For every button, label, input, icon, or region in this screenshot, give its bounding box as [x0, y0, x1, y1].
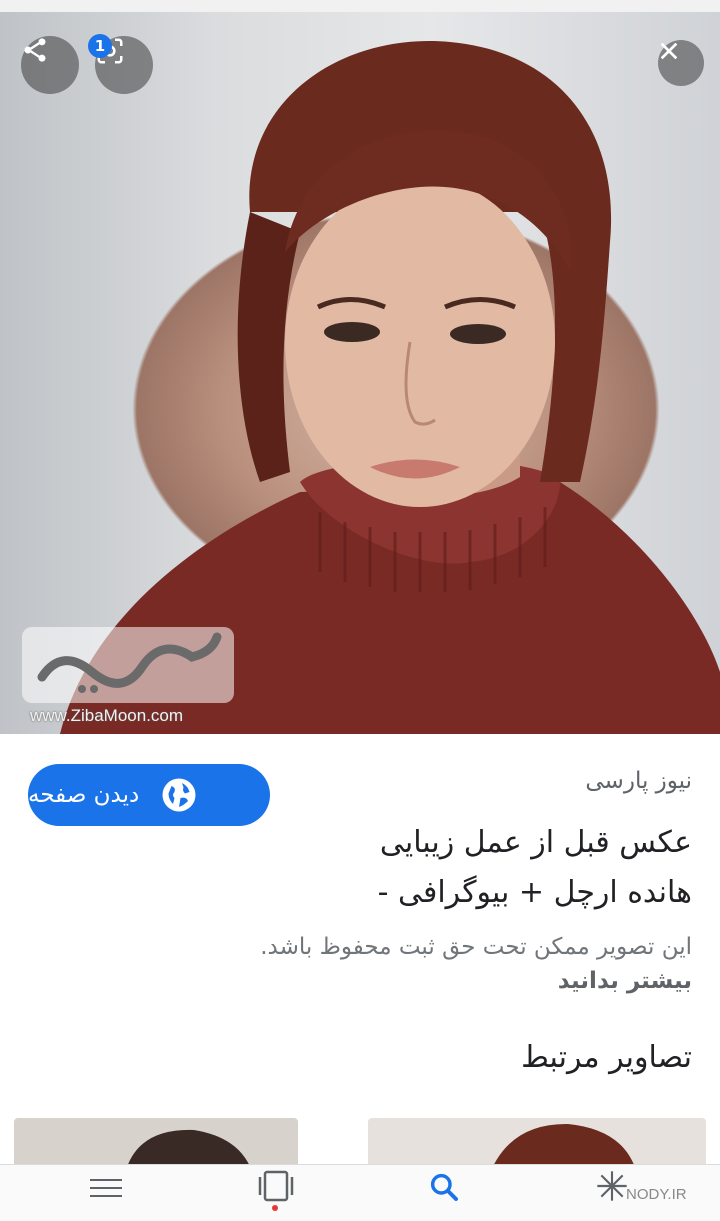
watermark-url: www.ZibaMoon.com — [30, 706, 184, 725]
search-button[interactable] — [424, 1167, 464, 1207]
discover-icon — [597, 1171, 627, 1201]
hero-image[interactable]: 1 www.ZibaMoon.com — [0, 12, 720, 734]
tabs-icon — [258, 1170, 294, 1202]
result-title[interactable]: عکس قبل از عمل زیبایی هانده ارچل + بیوگر… — [292, 818, 692, 918]
related-images-heading: تصاویر مرتبط — [521, 1040, 692, 1075]
visit-page-button[interactable]: دیدن صفحه — [28, 764, 270, 826]
portrait-illustration — [60, 41, 720, 734]
result-title-line2: هانده ارچل + بیوگرافی - — [377, 875, 692, 910]
menu-icon — [90, 1179, 122, 1197]
visit-page-label: دیدن صفحه — [28, 782, 140, 808]
watermark-logo-graphic — [37, 632, 222, 693]
tabs-notification-dot — [272, 1205, 278, 1211]
share-button[interactable] — [21, 36, 79, 94]
tabs-button[interactable] — [256, 1166, 296, 1206]
close-icon — [660, 42, 678, 60]
site-watermark: NODY.IR — [626, 1186, 687, 1203]
watermark-logo — [22, 627, 234, 703]
learn-more-link[interactable]: بیشتر بدانید — [558, 968, 692, 994]
notification-badge: 1 — [88, 34, 112, 58]
menu-button[interactable] — [86, 1168, 126, 1208]
copyright-notice: این تصویر ممکن تحت حق ثبت محفوظ باشد. — [260, 934, 692, 960]
status-bar — [0, 0, 720, 12]
globe-icon — [162, 778, 196, 812]
result-title-line1: عکس قبل از عمل زیبایی — [379, 825, 692, 860]
search-icon — [430, 1173, 458, 1201]
close-button[interactable] — [658, 40, 704, 86]
share-icon — [24, 38, 46, 62]
source-name[interactable]: نیوز پارسی — [585, 768, 692, 794]
